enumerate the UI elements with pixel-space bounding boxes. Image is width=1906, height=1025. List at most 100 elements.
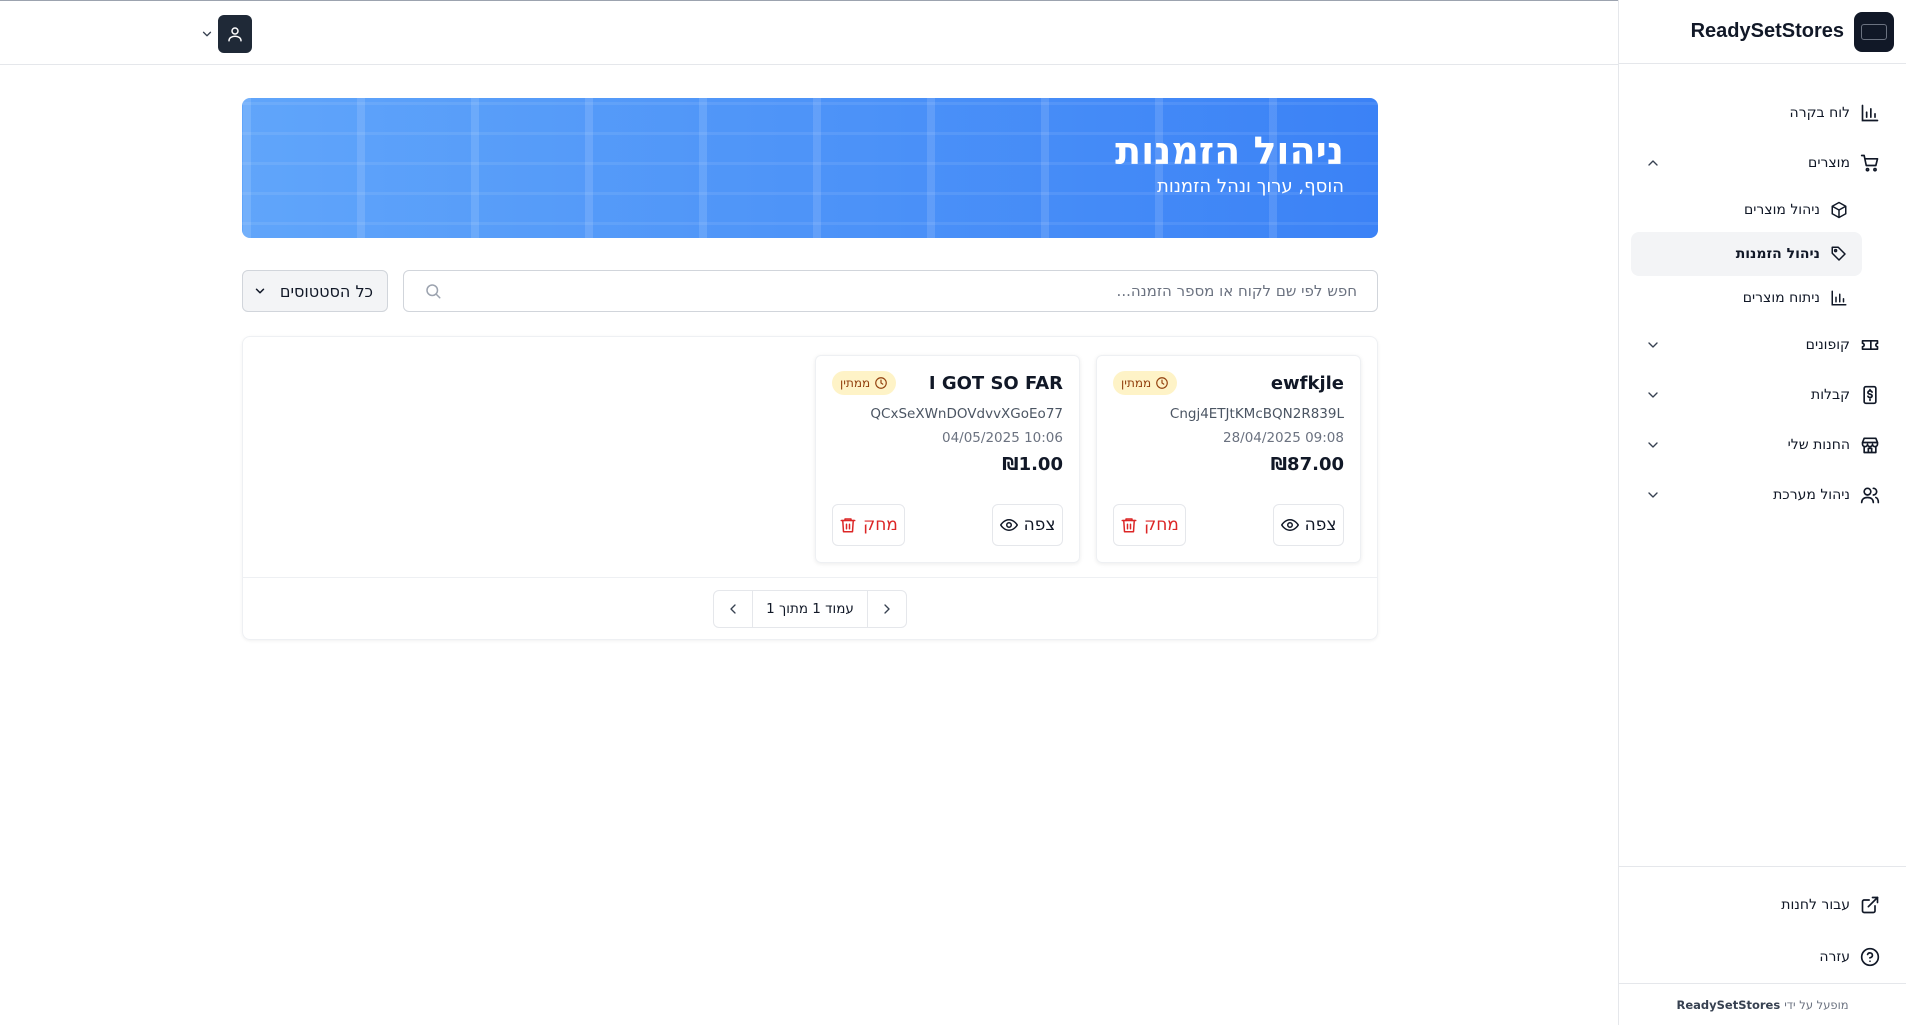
receipt-dollar-icon bbox=[1860, 385, 1880, 405]
view-order-button[interactable]: צפה bbox=[992, 504, 1063, 546]
eye-icon bbox=[1280, 516, 1299, 534]
clock-icon bbox=[874, 376, 888, 390]
store-logo bbox=[1854, 11, 1894, 52]
brand-name: ReadySetStores bbox=[1690, 20, 1844, 42]
external-link-icon bbox=[1860, 895, 1880, 915]
previous-page-button[interactable] bbox=[868, 591, 906, 627]
order-customer-name: I GOT SO FAR bbox=[928, 372, 1063, 394]
sidebar-item-label: קבלות bbox=[1811, 387, 1850, 403]
tag-icon bbox=[1830, 245, 1848, 263]
filters-bar: כל הסטטוסים bbox=[242, 270, 1378, 312]
page-subtitle: הוסף, ערוך ונהל הזמנות bbox=[1156, 176, 1344, 197]
sidebar-subitem-product-analytics[interactable]: ניתוח מוצרים bbox=[1631, 276, 1862, 320]
main-content: ניהול הזמנות הוסף, ערוך ונהל הזמנות כל ה… bbox=[242, 98, 1378, 640]
chevron-right-icon bbox=[879, 601, 895, 617]
delete-button-label: מחק bbox=[863, 515, 898, 535]
order-id: Cngj4ETJtKMcBQN2R839L bbox=[1169, 406, 1344, 422]
help-link[interactable]: עזרה bbox=[1633, 931, 1892, 983]
users-icon bbox=[1860, 485, 1880, 505]
status-badge-label: ממתין bbox=[840, 376, 871, 390]
help-label: עזרה bbox=[1819, 949, 1850, 965]
user-icon bbox=[218, 15, 252, 53]
status-badge: ממתין bbox=[832, 371, 897, 395]
powered-by-prefix: מופעל על ידי bbox=[1784, 997, 1849, 1012]
delete-button-label: מחק bbox=[1144, 515, 1179, 535]
chevron-up-icon bbox=[1645, 155, 1661, 171]
search-box bbox=[403, 270, 1378, 312]
pagination-row: עמוד 1 מתוך 1 bbox=[243, 577, 1377, 639]
sidebar-bottom: עבור לחנות עזרה bbox=[1619, 866, 1906, 983]
sidebar-item-label: ניהול מערכת bbox=[1773, 487, 1850, 503]
eye-icon bbox=[999, 516, 1018, 534]
sidebar-item-label: לוח בקרה bbox=[1789, 105, 1850, 121]
trash-icon bbox=[839, 516, 857, 534]
sidebar-subitem-label: ניתוח מוצרים bbox=[1742, 290, 1820, 306]
orders-panel: ewfkjle ממתין Cngj4ETJtKMcBQN2R839L 28/0… bbox=[242, 336, 1378, 640]
delete-order-button[interactable]: מחק bbox=[832, 504, 905, 546]
order-id: QCxSeXWnDOVdvvXGoEo77 bbox=[870, 406, 1063, 422]
sidebar-item-receipts[interactable]: קבלות bbox=[1631, 370, 1894, 420]
sidebar: ReadySetStores לוח בקרה מוצרים ניהול מוצ… bbox=[1618, 0, 1906, 1025]
order-card: ewfkjle ממתין Cngj4ETJtKMcBQN2R839L 28/0… bbox=[1096, 355, 1361, 563]
chevron-down-icon bbox=[1645, 437, 1661, 453]
sidebar-subitem-label: ניהול הזמנות bbox=[1735, 246, 1820, 262]
order-date: 28/04/2025 09:08 bbox=[1222, 430, 1344, 446]
sidebar-item-products[interactable]: מוצרים bbox=[1631, 138, 1894, 188]
sidebar-item-label: מוצרים bbox=[1808, 155, 1850, 171]
brand[interactable]: ReadySetStores bbox=[1619, 0, 1906, 64]
trash-icon bbox=[1120, 516, 1138, 534]
chevron-down-icon bbox=[1645, 487, 1661, 503]
sidebar-subitem-manage-orders[interactable]: ניהול הזמנות bbox=[1631, 232, 1862, 276]
order-total: ₪1.00 bbox=[1002, 454, 1063, 475]
clock-icon bbox=[1155, 376, 1169, 390]
powered-by: מופעל על ידי ReadySetStores bbox=[1619, 983, 1906, 1025]
sidebar-item-label: החנות שלי bbox=[1787, 437, 1850, 453]
chevron-down-icon bbox=[200, 27, 214, 41]
search-icon bbox=[424, 282, 442, 300]
view-order-button[interactable]: צפה bbox=[1273, 504, 1344, 546]
sidebar-item-system-admin[interactable]: ניהול מערכת bbox=[1631, 470, 1894, 520]
chevron-down-icon bbox=[253, 284, 267, 298]
sidebar-nav: לוח בקרה מוצרים ניהול מוצרים ניהול הזמנו… bbox=[1619, 64, 1906, 520]
box-icon bbox=[1830, 201, 1848, 219]
sidebar-item-coupons[interactable]: קופונים bbox=[1631, 320, 1894, 370]
user-menu-button[interactable] bbox=[200, 15, 252, 53]
status-badge-label: ממתין bbox=[1121, 376, 1152, 390]
order-total: ₪87.00 bbox=[1270, 454, 1344, 475]
view-button-label: צפה bbox=[1023, 515, 1056, 535]
orders-grid: ewfkjle ממתין Cngj4ETJtKMcBQN2R839L 28/0… bbox=[815, 355, 1361, 563]
bar-chart-icon bbox=[1830, 289, 1848, 307]
ticket-icon bbox=[1860, 335, 1880, 355]
top-bar bbox=[0, 0, 1618, 65]
sidebar-item-dashboard[interactable]: לוח בקרה bbox=[1631, 88, 1894, 138]
order-date: 04/05/2025 10:06 bbox=[941, 430, 1063, 446]
delete-order-button[interactable]: מחק bbox=[1113, 504, 1186, 546]
page-title: ניהול הזמנות bbox=[1115, 129, 1344, 173]
page-header-banner: ניהול הזמנות הוסף, ערוך ונהל הזמנות bbox=[242, 98, 1378, 238]
page-indicator: עמוד 1 מתוך 1 bbox=[752, 591, 868, 627]
view-button-label: צפה bbox=[1304, 515, 1337, 535]
sidebar-subitem-label: ניהול מוצרים bbox=[1743, 202, 1820, 218]
go-to-store-link[interactable]: עבור לחנות bbox=[1633, 879, 1892, 931]
status-filter-value: כל הסטטוסים bbox=[279, 281, 373, 301]
pagination: עמוד 1 מתוך 1 bbox=[713, 590, 907, 628]
shopping-cart-icon bbox=[1860, 153, 1880, 173]
next-page-button[interactable] bbox=[714, 591, 752, 627]
sidebar-item-my-store[interactable]: החנות שלי bbox=[1631, 420, 1894, 470]
chevron-left-icon bbox=[725, 601, 741, 617]
status-filter-select[interactable]: כל הסטטוסים bbox=[242, 270, 388, 312]
search-input[interactable] bbox=[452, 282, 1357, 300]
sidebar-subitem-manage-products[interactable]: ניהול מוצרים bbox=[1631, 188, 1862, 232]
order-card: I GOT SO FAR ממתין QCxSeXWnDOVdvvXGoEo77… bbox=[815, 355, 1080, 563]
store-icon bbox=[1860, 435, 1880, 455]
chevron-down-icon bbox=[1645, 387, 1661, 403]
status-badge: ממתין bbox=[1113, 371, 1178, 395]
order-customer-name: ewfkjle bbox=[1270, 372, 1344, 394]
help-circle-icon bbox=[1860, 947, 1880, 967]
powered-by-brand: ReadySetStores bbox=[1676, 997, 1781, 1012]
go-to-store-label: עבור לחנות bbox=[1781, 897, 1850, 913]
chevron-down-icon bbox=[1645, 337, 1661, 353]
products-submenu: ניהול מוצרים ניהול הזמנות ניתוח מוצרים bbox=[1631, 188, 1894, 320]
sidebar-item-label: קופונים bbox=[1805, 337, 1850, 353]
bar-chart-icon bbox=[1860, 103, 1880, 123]
